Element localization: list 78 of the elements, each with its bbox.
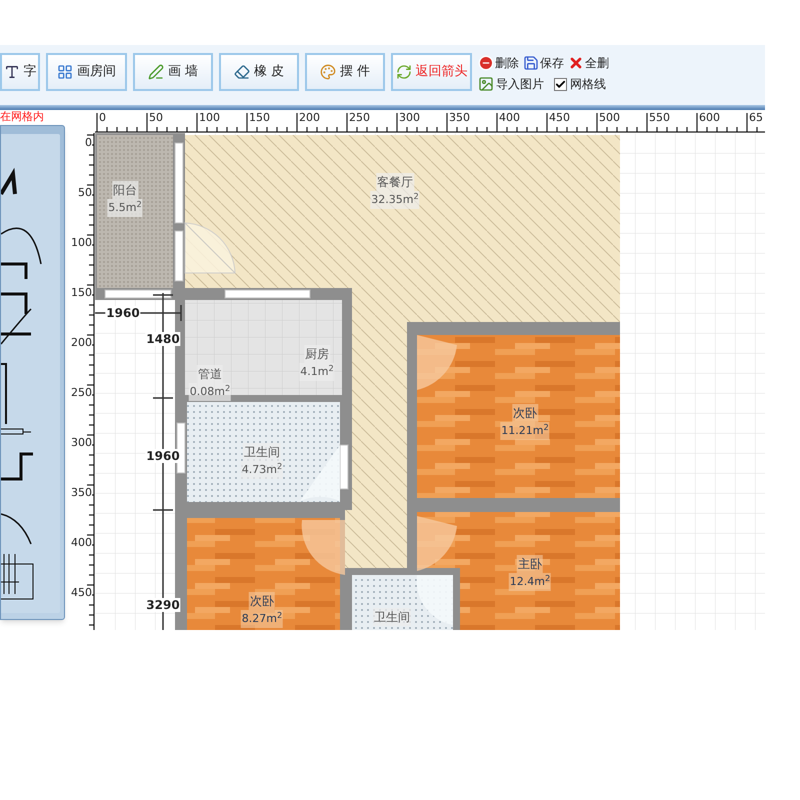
room-area: 12.4m$^{2}$ [508, 573, 552, 591]
action-button[interactable]: 保存 [523, 54, 564, 72]
room-name: 管道 [197, 365, 223, 383]
grid-label: 网格线 [570, 76, 606, 93]
tool-button[interactable]: 橡 皮 [219, 53, 299, 91]
ruler-label: 0 [85, 137, 92, 149]
door-swing [300, 445, 340, 501]
room-area: 32.35m$^{2}$ [370, 191, 420, 209]
ruler-label: 0 [99, 112, 106, 124]
action-button[interactable]: 导入图片 [478, 75, 544, 93]
room-name: 次卧 [512, 404, 538, 422]
door-swing [416, 575, 453, 625]
ruler-label: 400 [499, 112, 520, 124]
tool-button[interactable]: 字 [0, 53, 40, 91]
ruler-label: 65 [749, 112, 763, 124]
save-icon [523, 55, 539, 71]
ruler-label: 150 [71, 287, 92, 299]
room-area: 4.73m$^{2}$ [240, 461, 284, 479]
hint-text: 在网格内 [0, 110, 45, 123]
room-area: 8.27m$^{2}$ [240, 610, 284, 628]
dimension-label: 1480 [145, 332, 181, 346]
close-icon [568, 55, 584, 71]
ruler-label: 100 [199, 112, 220, 124]
action-button[interactable]: 删除 [478, 54, 519, 72]
ruler-label: 300 [71, 437, 92, 449]
dimension-label: 1960 [105, 306, 141, 320]
room-area: 0.08m$^{2}$ [188, 383, 232, 401]
room-name: 阳台 [112, 181, 138, 199]
eraser-icon [234, 64, 250, 80]
pen-icon [148, 64, 164, 80]
room-name: 卫生间 [373, 608, 411, 626]
ruler-label: 200 [71, 337, 92, 349]
ruler-label: 250 [71, 387, 92, 399]
grid-checkbox[interactable] [554, 78, 567, 90]
room-name: 卫生间 [243, 443, 281, 461]
ruler-label: 50 [149, 112, 163, 124]
refresh-icon [396, 64, 412, 80]
room-name: 客餐厅 [376, 173, 414, 191]
tool-button[interactable]: 返回箭头 [391, 53, 472, 91]
grid-icon [57, 64, 73, 80]
ruler-label: 550 [649, 112, 670, 124]
window [174, 230, 184, 282]
room-name: 厨房 [304, 345, 330, 363]
room-name: 次卧 [249, 592, 275, 610]
ruler-label: 500 [599, 112, 620, 124]
minus-circle-icon [478, 55, 494, 71]
ruler-label: 450 [71, 587, 92, 599]
ruler-label: 350 [449, 112, 470, 124]
ruler-label: 300 [399, 112, 420, 124]
ruler-label: 100 [71, 237, 92, 249]
check-icon [555, 78, 566, 90]
ruler-label: 350 [71, 487, 92, 499]
palette-icon [320, 64, 336, 80]
ruler-label: 200 [299, 112, 320, 124]
text-icon [4, 64, 20, 80]
ruler-label: 250 [349, 112, 370, 124]
ruler-label: 600 [699, 112, 720, 124]
room-area: 11.21m$^{2}$ [500, 422, 550, 440]
dimension-label: 3290 [145, 598, 181, 612]
door-swing [417, 335, 457, 390]
action-button[interactable]: 全删 [568, 54, 609, 72]
door-swing [417, 516, 457, 571]
room-area: 4.1m$^{2}$ [299, 363, 335, 381]
tool-button[interactable]: 摆 件 [305, 53, 385, 91]
window [104, 290, 172, 298]
room-name: 主卧 [517, 555, 543, 573]
ruler-label: 400 [71, 537, 92, 549]
tool-button[interactable]: 画房间 [46, 53, 127, 91]
room-area: 5.5m$^{2}$ [107, 199, 143, 217]
tool-button[interactable]: 画 墙 [133, 53, 213, 91]
window [340, 444, 348, 490]
ruler-label: 450 [549, 112, 570, 124]
picture-icon [478, 76, 494, 92]
ruler-label: 150 [249, 112, 270, 124]
ruler-label: 50 [78, 187, 92, 199]
door-swing [302, 520, 345, 575]
dimension-label: 1960 [145, 449, 181, 463]
door-swing [184, 222, 236, 274]
